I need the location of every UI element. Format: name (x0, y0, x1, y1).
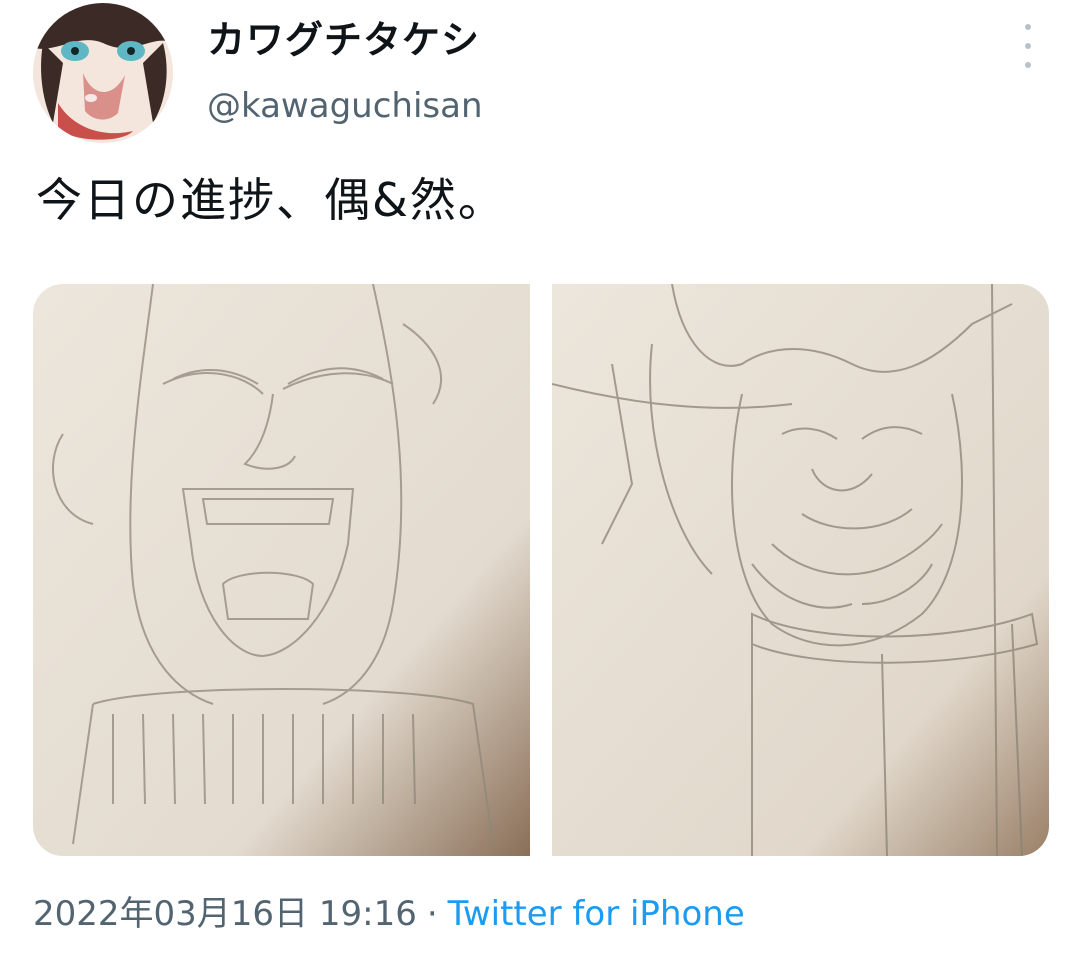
tweet-meta: 2022年03月16日 19:16 · Twitter for iPhone (33, 890, 745, 938)
author-avatar[interactable] (33, 3, 173, 143)
photo-1[interactable] (33, 284, 530, 856)
tweet-text: 今日の進捗、偶&然。 (36, 173, 506, 227)
author-handle[interactable]: @kawaguchisan (207, 83, 483, 129)
media-grid (33, 284, 1049, 856)
source-link[interactable]: Twitter for iPhone (448, 894, 745, 934)
photo-2[interactable] (552, 284, 1049, 856)
timestamp[interactable]: 2022年03月16日 19:16 (33, 894, 417, 934)
meta-separator: · (426, 894, 438, 934)
author-display-name[interactable]: カワグチタケシ (207, 14, 480, 66)
more-vertical-icon[interactable] (1008, 24, 1048, 68)
